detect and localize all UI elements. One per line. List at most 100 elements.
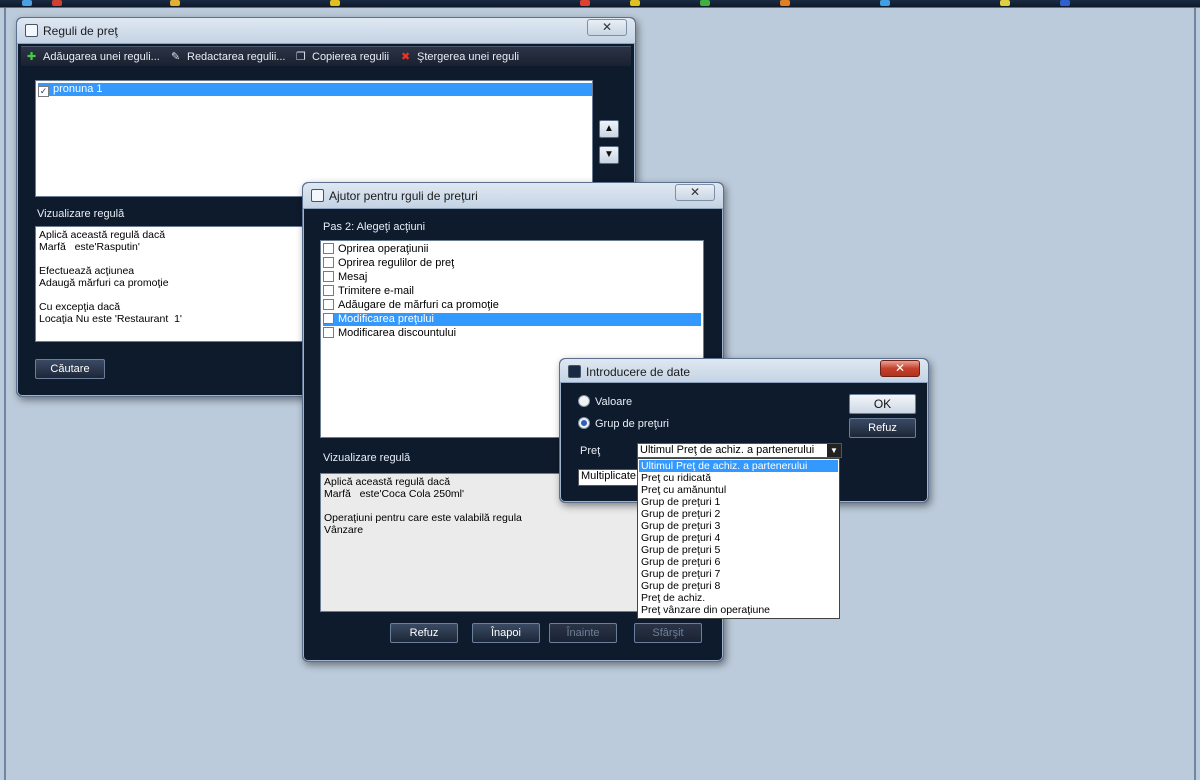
taskbar-app-icon[interactable] [330,0,340,6]
list-item[interactable]: Modificarea preţului [323,313,701,326]
finish-button[interactable]: Sfârşit [634,623,702,643]
list-item[interactable]: ✓ pronuna 1 [38,83,592,97]
close-button[interactable]: ✕ [675,184,715,201]
list-item[interactable]: Adăugare de mărfuri ca promoţie [323,299,701,312]
window-icon [25,24,38,37]
action-checkbox[interactable] [323,313,334,324]
action-checkbox[interactable] [323,243,334,254]
wizard-window-title: Ajutor pentru rguli de preţuri [329,189,478,203]
window-icon [568,365,581,378]
list-item[interactable]: Oprirea operaţiunii [323,243,701,256]
taskbar-app-icon[interactable] [1000,0,1010,6]
taskbar-app-icon[interactable] [580,0,590,6]
list-item[interactable]: Grup de preţuri 8 [639,580,838,592]
move-up-button[interactable]: ▲ [599,120,619,138]
wizard-window-titlebar[interactable]: Ajutor pentru rguli de preţuri ✕ [303,183,723,209]
rules-toolbar: ✚ Adăugarea unei reguli... ✎ Redactarea re… [21,46,631,66]
price-options-list[interactable]: Ultimul Preţ de achiz. a partenerului Pr… [637,458,840,619]
list-item[interactable]: Trimitere e-mail [323,285,701,298]
price-label: Preţ [580,445,601,457]
action-checkbox[interactable] [323,271,334,282]
window-icon [311,189,324,202]
action-label: Trimitere e-mail [338,285,414,297]
rule-checkbox[interactable]: ✓ [38,86,49,97]
taskbar-app-icon[interactable] [22,0,32,6]
list-item[interactable]: Preţ vânzare din operaţiune [639,604,838,616]
price-selected-value: Ultimul Preţ de achiz. a partenerului [640,444,815,456]
list-item[interactable]: Grup de preţuri 5 [639,544,838,556]
price-group-radio[interactable]: Grup de preţuri [578,417,669,430]
list-item[interactable]: Modificarea discountului [323,327,701,340]
radio-icon[interactable] [578,395,590,407]
back-button[interactable]: Înapoi [472,623,540,643]
rule-label: pronuna 1 [53,83,103,95]
rules-window-title: Reguli de preţ [43,24,118,38]
close-button[interactable]: ✕ [587,19,627,36]
taskbar-app-icon[interactable] [52,0,62,6]
list-item[interactable]: Grup de preţuri 1 [639,496,838,508]
close-button[interactable]: ✕ [880,360,920,377]
list-item[interactable]: Preţ de achiz. [639,592,838,604]
action-checkbox[interactable] [323,257,334,268]
step-label: Pas 2: Alegeţi acţiuni [323,221,426,233]
list-item[interactable]: Oprirea regulilor de preţ [323,257,701,270]
action-label: Modificarea discountului [338,327,457,339]
taskbar-app-icon[interactable] [780,0,790,6]
list-item[interactable]: Ultimul Preţ de achiz. a partenerului [639,460,838,472]
ok-button[interactable]: OK [849,394,916,414]
copy-rule-button[interactable]: ❐ Copierea regulii [296,50,389,63]
taskbar-app-icon[interactable] [630,0,640,6]
edit-rule-button[interactable]: ✎ Redactarea regulii... [171,50,285,63]
rule-preview-label: Vizualizare regulă [37,208,125,220]
wizard-preview-text: Aplică această regulă dacă Marfă este'Co… [324,476,522,536]
taskbar-app-icon[interactable] [700,0,710,6]
rule-preview-text: Aplică această regulă dacă Marfă este'Ra… [39,229,182,325]
action-checkbox[interactable] [323,327,334,338]
list-item[interactable]: Grup de preţuri 2 [639,508,838,520]
refuse-button[interactable]: Refuz [849,418,916,438]
action-label: Oprirea regulilor de preţ [338,257,455,269]
cancel-button[interactable]: Refuz [390,623,458,643]
action-label: Oprirea operaţiunii [338,243,429,255]
copy-rule-label: Copierea regulii [312,51,390,63]
action-label: Adăugare de mărfuri ca promoţie [338,299,499,311]
move-down-button[interactable]: ▼ [599,146,619,164]
search-button[interactable]: Căutare [35,359,105,379]
price-group-radio-label: Grup de preţuri [595,418,669,430]
taskbar-app-icon[interactable] [1060,0,1070,6]
taskbar-app-icon[interactable] [880,0,890,6]
data-entry-titlebar[interactable]: Introducere de date ✕ [560,359,928,383]
edit-icon: ✎ [171,51,181,63]
edit-rule-label: Redactarea regulii... [187,51,286,63]
action-checkbox[interactable] [323,299,334,310]
next-button[interactable]: Înainte [549,623,617,643]
taskbar-strip [0,0,1200,8]
list-item[interactable]: Preţ cu amănuntul [639,484,838,496]
list-item[interactable]: Preţ cu ridicată [639,472,838,484]
copy-icon: ❐ [296,51,306,63]
add-rule-button[interactable]: ✚ Adăugarea unei reguli... [27,50,160,63]
delete-rule-button[interactable]: ✖ Ştergerea unei reguli [401,50,519,63]
list-item[interactable]: Grup de preţuri 4 [639,532,838,544]
plus-icon: ✚ [27,51,37,63]
data-entry-title: Introducere de date [586,365,691,379]
list-item[interactable]: Grup de preţuri 6 [639,556,838,568]
delete-icon: ✖ [401,51,411,63]
value-radio-label: Valoare [595,396,633,408]
rules-list[interactable]: ✓ pronuna 1 [35,80,593,197]
delete-rule-label: Ştergerea unei reguli [417,51,520,63]
chevron-down-icon[interactable]: ▼ [827,444,841,457]
list-item[interactable]: Grup de preţuri 3 [639,520,838,532]
rule-preview-box: Aplică această regulă dacă Marfă este'Ra… [35,226,320,342]
action-checkbox[interactable] [323,285,334,296]
multiplicate-field[interactable]: Multiplicate [578,469,638,486]
multiplicate-text: Multiplicate [581,470,637,482]
action-label: Mesaj [338,271,368,283]
list-item[interactable]: Grup de preţuri 7 [639,568,838,580]
taskbar-app-icon[interactable] [170,0,180,6]
value-radio[interactable]: Valoare [578,395,632,408]
rules-window-titlebar[interactable]: Reguli de preţ ✕ [17,18,635,44]
radio-icon[interactable] [578,417,590,429]
list-item[interactable]: Mesaj [323,271,701,284]
price-dropdown[interactable]: Ultimul Preţ de achiz. a partenerului ▼ [637,443,842,458]
